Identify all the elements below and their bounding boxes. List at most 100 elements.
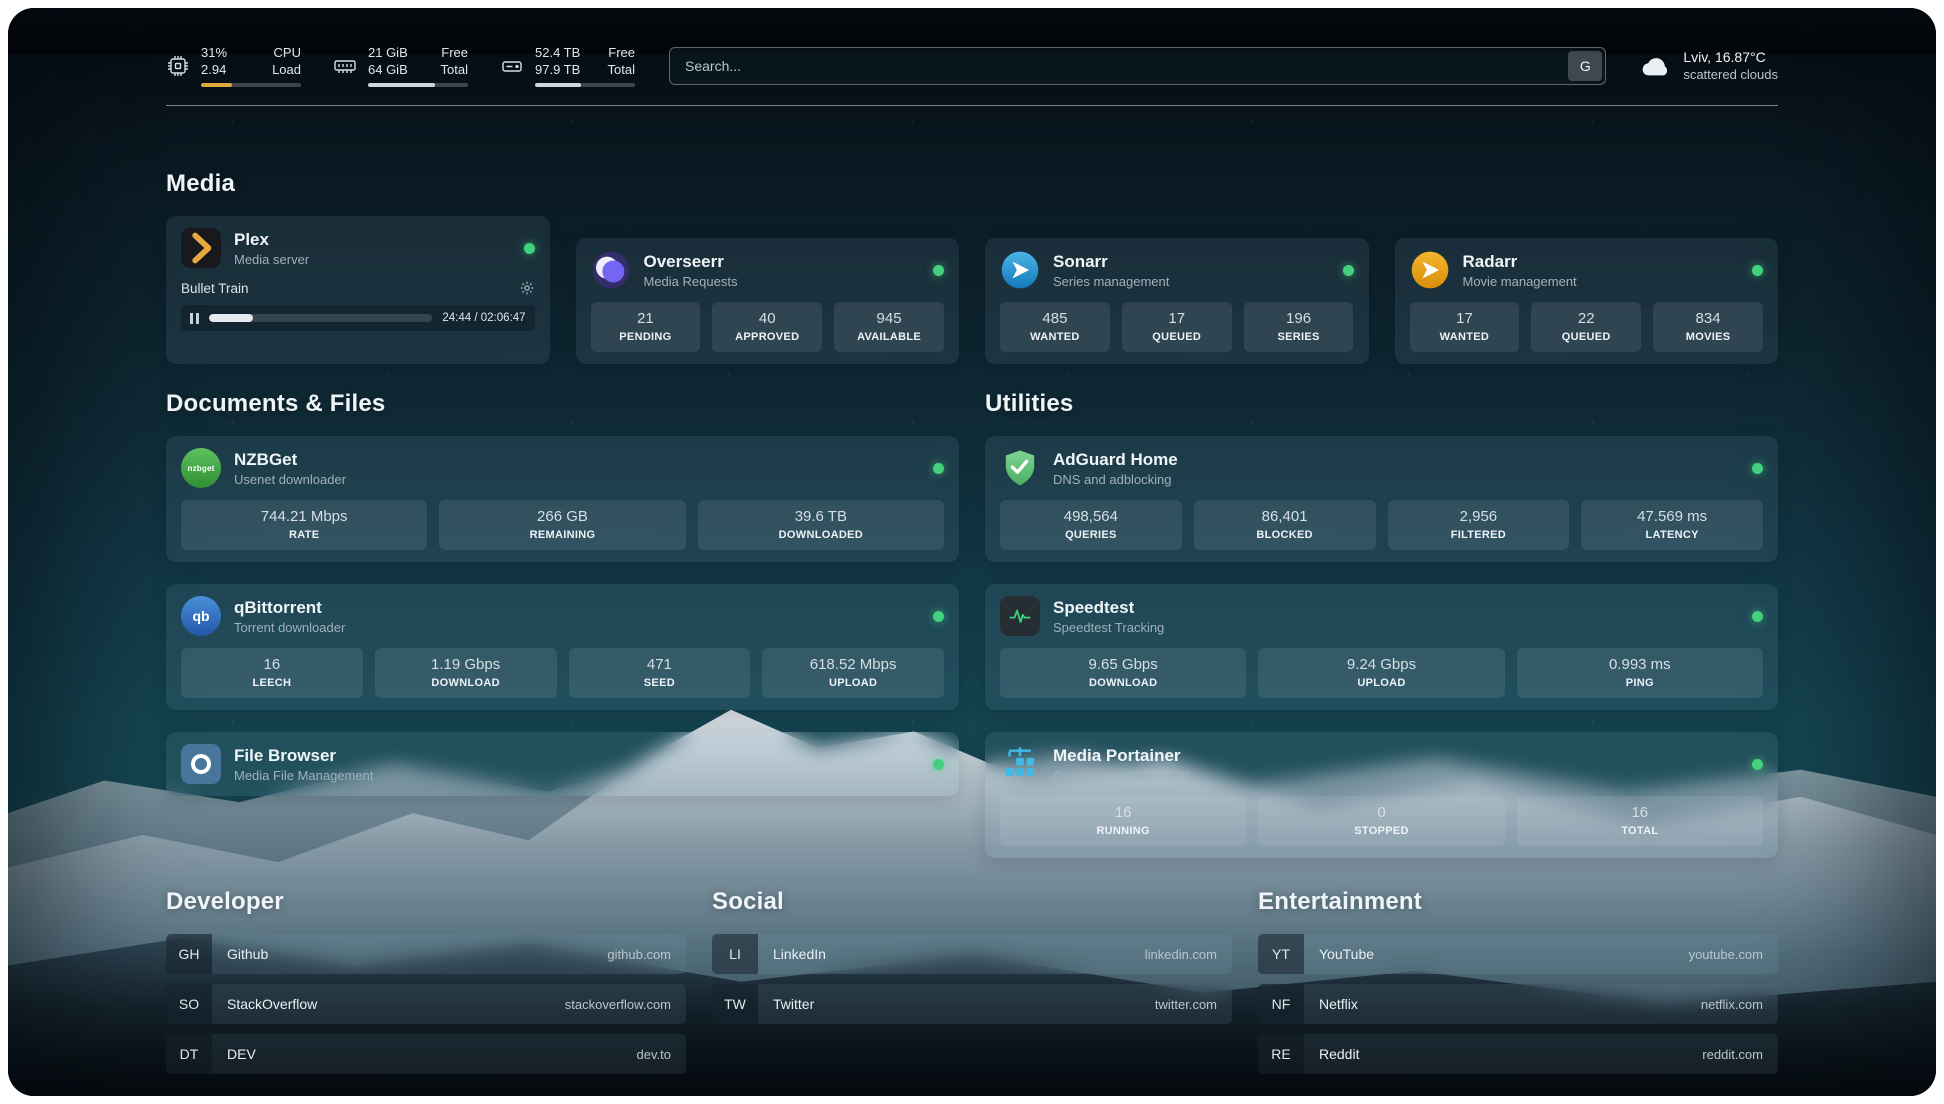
stat-label: DOWNLOAD [1004,677,1242,690]
stat-value: 39.6 TB [702,508,940,526]
qbittorrent-icon-text: qb [192,608,209,624]
stat-label: LATENCY [1585,529,1759,542]
stat-value: 266 GB [443,508,681,526]
status-dot [933,611,944,622]
memory-free-value: 21 GiB [368,44,408,61]
weather-widget: Lviv, 16.87°C scattered clouds [1640,48,1778,83]
stat-label: BLOCKED [1198,529,1372,542]
cloud-icon [1640,50,1672,82]
search-input[interactable] [669,47,1606,85]
bookmark-github[interactable]: GH Github github.com [166,934,686,974]
section-title-entertainment: Entertainment [1258,888,1778,916]
stat-value: 16 [185,656,359,674]
bookmark-linkedin[interactable]: LI LinkedIn linkedin.com [712,934,1232,974]
service-card-portainer[interactable]: Media Portainer Container management 16 … [985,732,1778,858]
topbar-divider [166,105,1778,106]
card-head: Overseerr Media Requests [591,250,945,290]
stat-box: 485 WANTED [1000,302,1110,352]
cpu-widget-info: 31% CPU 2.94 Load [201,44,301,87]
gear-icon[interactable] [519,280,535,296]
bookmark-group-social: Social LI LinkedIn linkedin.com TW Twitt… [712,888,1232,1084]
service-card-overseerr[interactable]: Overseerr Media Requests 21 PENDING 40 A… [576,238,960,364]
stat-label: PENDING [595,331,697,344]
qbittorrent-icon: qb [181,596,221,636]
service-card-nzbget[interactable]: nzbget NZBGet Usenet downloader 744.21 M… [166,436,959,562]
service-name: NZBGet [234,449,346,470]
stat-box: 618.52 Mbps UPLOAD [762,648,944,698]
status-dot [524,243,535,254]
section-title-developer: Developer [166,888,686,916]
stat-value: 0.993 ms [1521,656,1759,674]
service-name: AdGuard Home [1053,449,1178,470]
stat-value: 9.24 Gbps [1262,656,1500,674]
stat-label: SEED [573,677,747,690]
stat-label: UPLOAD [1262,677,1500,690]
stat-box: 471 SEED [569,648,751,698]
service-card-sonarr[interactable]: Sonarr Series management 485 WANTED 17 Q… [985,238,1369,364]
bookmark-abbr: TW [712,984,758,1024]
stat-label: WANTED [1004,331,1106,344]
bookmark-twitter[interactable]: TW Twitter twitter.com [712,984,1232,1024]
section-title-media: Media [166,170,1778,198]
search-provider-button[interactable]: G [1568,51,1602,81]
service-name: Overseerr [644,251,738,272]
service-card-adguard[interactable]: AdGuard Home DNS and adblocking 498,564 … [985,436,1778,562]
stat-value: 485 [1004,310,1106,328]
bookmark-stackoverflow[interactable]: SO StackOverflow stackoverflow.com [166,984,686,1024]
stats-row: 485 WANTED 17 QUEUED 196 SERIES [1000,302,1354,352]
bookmark-abbr: NF [1258,984,1304,1024]
service-name: Media Portainer [1053,745,1189,766]
card-head: Media Portainer Container management [1000,744,1763,784]
disk-icon [500,54,524,78]
stat-value: 17 [1126,310,1228,328]
card-head-text: qBittorrent Torrent downloader [234,597,345,636]
card-head-text: File Browser Media File Management [234,745,373,784]
pause-icon [190,313,199,324]
bookmark-domain: dev.to [637,1047,671,1062]
stat-label: QUERIES [1004,529,1178,542]
memory-widget: 21 GiB Free 64 GiB Total [333,44,468,87]
stats-row: 16 LEECH 1.19 Gbps DOWNLOAD 471 SEED 6 [181,648,944,698]
bookmark-reddit[interactable]: RE Reddit reddit.com [1258,1034,1778,1074]
card-head: Speedtest Speedtest Tracking [1000,596,1763,636]
stat-box: 16 RUNNING [1000,796,1246,846]
weather-text: Lviv, 16.87°C scattered clouds [1683,48,1778,83]
section-documents: Documents & Files nzbget NZBGet Usenet d… [166,390,959,858]
status-dot [933,463,944,474]
card-head-text: Plex Media server [234,229,309,268]
stat-value: 47.569 ms [1585,508,1759,526]
service-name: Plex [234,229,309,250]
service-card-speedtest[interactable]: Speedtest Speedtest Tracking 9.65 Gbps D… [985,584,1778,710]
bookmark-youtube[interactable]: YT YouTube youtube.com [1258,934,1778,974]
service-card-filebrowser[interactable]: File Browser Media File Management [166,732,959,796]
bookmark-netflix[interactable]: NF Netflix netflix.com [1258,984,1778,1024]
status-dot [1752,611,1763,622]
stat-box: 21 PENDING [591,302,701,352]
service-subtitle: Container management [1053,767,1189,784]
service-card-qbittorrent[interactable]: qb qBittorrent Torrent downloader 16 LEE… [166,584,959,710]
now-playing-title: Bullet Train [181,281,249,296]
disk-widget-info: 52.4 TB Free 97.9 TB Total [535,44,635,87]
disk-total-value: 97.9 TB [535,61,580,78]
memory-total-value: 64 GiB [368,61,408,78]
stat-box: 86,401 BLOCKED [1194,500,1376,550]
bookmark-domain: linkedin.com [1145,947,1217,962]
cpu-load-label: Load [272,61,301,78]
stat-value: 0 [1262,804,1500,822]
progress-track [209,314,432,322]
memory-icon [333,54,357,78]
memory-usage-bar-fill [368,83,435,87]
service-card-radarr[interactable]: Radarr Movie management 17 WANTED 22 QUE… [1395,238,1779,364]
stat-box: 47.569 ms LATENCY [1581,500,1763,550]
stat-value: 17 [1414,310,1516,328]
stat-box: 9.24 Gbps UPLOAD [1258,648,1504,698]
stat-label: MOVIES [1657,331,1759,344]
stat-label: PING [1521,677,1759,690]
bookmark-dev[interactable]: DT DEV dev.to [166,1034,686,1074]
weather-condition: scattered clouds [1683,66,1778,83]
service-subtitle: Movie management [1463,273,1577,290]
card-head: nzbget NZBGet Usenet downloader [181,448,944,488]
service-card-plex[interactable]: Plex Media server Bullet Train [166,216,550,364]
card-head: qb qBittorrent Torrent downloader [181,596,944,636]
speedtest-icon [1000,596,1040,636]
